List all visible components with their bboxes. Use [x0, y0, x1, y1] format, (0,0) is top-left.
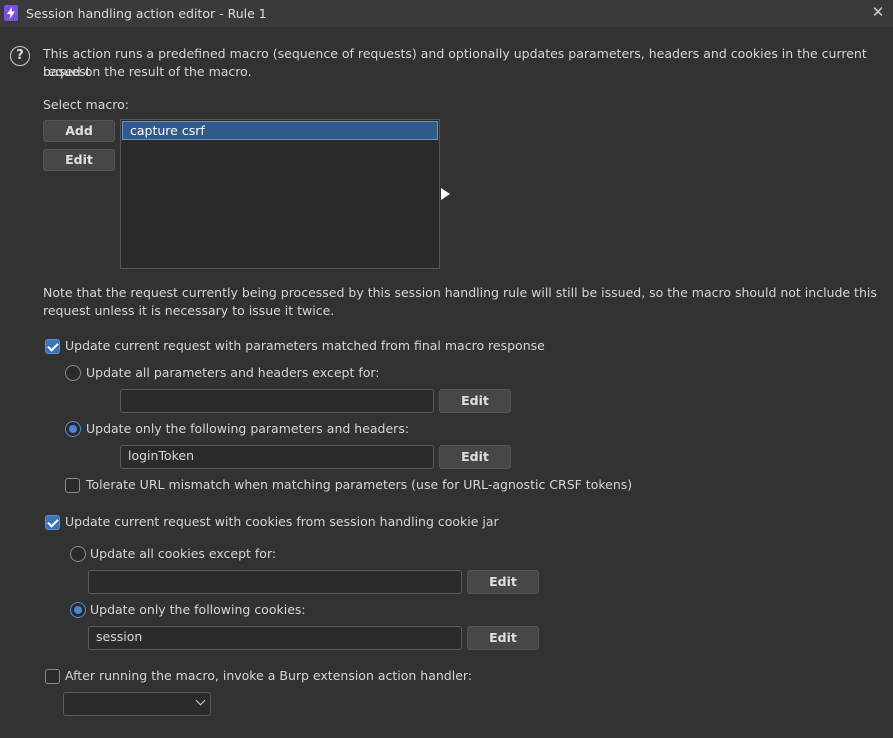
cookies-except-radio[interactable]	[70, 546, 86, 562]
cookies-except-field[interactable]	[88, 570, 462, 594]
params-except-label: Update all parameters and headers except…	[86, 365, 380, 380]
macro-list[interactable]: capture csrf	[120, 119, 440, 269]
burp-lightning-icon	[4, 5, 18, 21]
extension-handler-checkbox[interactable]	[45, 669, 60, 684]
params-except-radio[interactable]	[65, 365, 81, 381]
close-icon[interactable]: ✕	[870, 4, 886, 20]
cookies-except-label: Update all cookies except for:	[90, 546, 277, 561]
help-icon[interactable]: ?	[10, 46, 30, 66]
extension-handler-select[interactable]	[63, 692, 211, 716]
window-title: Session handling action editor - Rule 1	[26, 6, 267, 21]
mouse-cursor-icon	[441, 188, 450, 200]
update-cookies-checkbox[interactable]	[45, 515, 60, 530]
params-only-label: Update only the following parameters and…	[86, 421, 410, 436]
edit-macro-button[interactable]: Edit	[43, 149, 115, 171]
extension-handler-label: After running the macro, invoke a Burp e…	[65, 668, 473, 683]
update-params-label: Update current request with parameters m…	[65, 338, 545, 353]
cookies-only-radio[interactable]	[70, 602, 86, 618]
select-macro-label: Select macro:	[43, 97, 129, 112]
params-except-field[interactable]	[120, 389, 434, 413]
cookies-except-edit-button[interactable]: Edit	[467, 570, 539, 594]
note-text: Note that the request currently being pr…	[43, 285, 877, 300]
intro-text-line2: based on the result of the macro.	[43, 64, 252, 79]
add-macro-button[interactable]: Add	[43, 120, 115, 142]
cookies-only-field[interactable]: session	[88, 626, 462, 650]
update-params-checkbox[interactable]	[45, 339, 60, 354]
params-except-edit-button[interactable]: Edit	[439, 389, 511, 413]
chevron-down-icon	[195, 695, 206, 706]
cookies-only-edit-button[interactable]: Edit	[467, 626, 539, 650]
update-cookies-label: Update current request with cookies from…	[65, 514, 499, 529]
macro-list-item[interactable]: capture csrf	[122, 121, 438, 140]
cookies-only-label: Update only the following cookies:	[90, 602, 306, 617]
note-text-line2: request unless it is necessary to issue …	[43, 303, 335, 318]
tolerate-url-label: Tolerate URL mismatch when matching para…	[86, 477, 633, 492]
params-only-field[interactable]: loginToken	[120, 445, 434, 469]
params-only-edit-button[interactable]: Edit	[439, 445, 511, 469]
params-only-radio[interactable]	[65, 421, 81, 437]
tolerate-url-checkbox[interactable]	[65, 478, 80, 493]
